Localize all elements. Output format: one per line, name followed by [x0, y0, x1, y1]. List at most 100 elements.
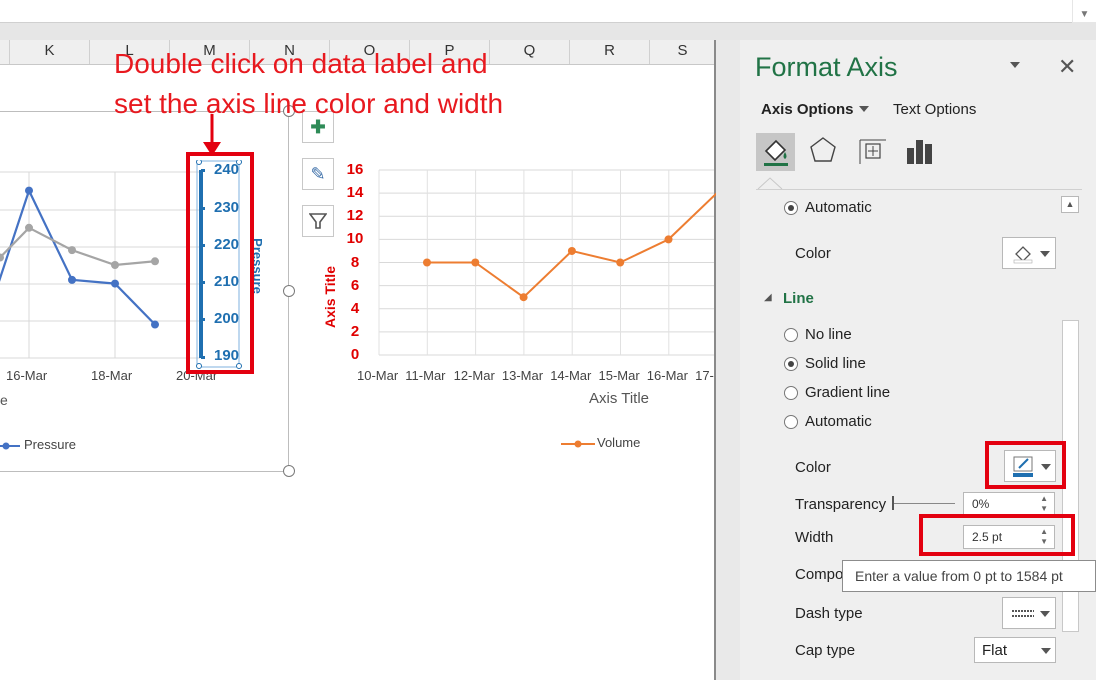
transparency-label: Transparency: [795, 496, 887, 513]
chart2-y-tick: 10: [346, 230, 364, 248]
chart1-point: [68, 275, 76, 284]
chart2-point: [616, 258, 625, 267]
chart2-x-tick: 11-Mar: [405, 368, 446, 383]
close-icon[interactable]: ✕: [1058, 54, 1076, 80]
fill-automatic-radio[interactable]: [784, 201, 798, 215]
fill-automatic-label[interactable]: Automatic: [805, 199, 872, 216]
gradient-line-radio[interactable]: [784, 386, 798, 400]
transparency-slider-track[interactable]: [893, 503, 955, 504]
scroll-up-icon[interactable]: ▲: [1061, 196, 1079, 213]
chart1-point: [68, 246, 76, 255]
chart2-y-tick: 14: [346, 184, 364, 202]
fill-color-label: Color: [795, 245, 831, 262]
transparency-value: 0%: [972, 497, 990, 511]
divider: [756, 189, 1082, 190]
chevron-down-icon[interactable]: [859, 106, 869, 112]
chart2-y-axis-title[interactable]: Axis Title: [322, 208, 342, 328]
chart2-x-tick: 13-Mar: [501, 368, 544, 383]
annotation-text: Double click on data label and: [114, 48, 488, 79]
line-color-label: Color: [795, 459, 831, 476]
fill-line-icon[interactable]: [756, 133, 795, 171]
tab-text-options[interactable]: Text Options: [893, 101, 976, 118]
cap-type-dropdown[interactable]: Flat: [974, 637, 1056, 663]
chart1-point: [151, 320, 159, 329]
solid-line-radio[interactable]: [784, 357, 798, 371]
collapse-icon[interactable]: ◢: [764, 292, 772, 303]
chart1-point: [111, 279, 119, 288]
chart2-x-tick: 16-Mar: [646, 368, 688, 383]
resize-handle[interactable]: [283, 285, 295, 297]
no-line-radio[interactable]: [784, 328, 798, 342]
column-header[interactable]: R: [570, 40, 650, 64]
chart1-x-title-partial: e: [0, 392, 8, 408]
chart2-y-tick: 2: [350, 322, 360, 340]
chart1-point: [25, 223, 33, 232]
cap-type-value: Flat: [982, 642, 1008, 659]
dash-type-label: Dash type: [795, 605, 863, 622]
column-header[interactable]: Q: [490, 40, 570, 64]
chart2-y-tick: 16: [346, 161, 364, 178]
dash-type-dropdown[interactable]: [1002, 597, 1056, 629]
chart-styles-icon[interactable]: ✎: [302, 158, 334, 190]
chart2-legend-label[interactable]: Volume: [597, 435, 640, 450]
chart2-y-tick: 12: [346, 207, 364, 225]
axis-options-icon[interactable]: [905, 136, 935, 171]
chart1-legend-label[interactable]: Pressure: [24, 437, 76, 452]
column-header[interactable]: K: [10, 40, 90, 64]
chart1-point: [151, 257, 159, 266]
gradient-line-label[interactable]: Gradient line: [805, 384, 890, 401]
chart2-series-line: [427, 192, 716, 299]
line-section-header[interactable]: Line: [783, 290, 814, 307]
pane-options-icon[interactable]: [1010, 62, 1020, 68]
chart2-y-tick: 4: [350, 299, 360, 317]
chart2-point: [423, 258, 431, 267]
chart2-x-tick: 10-Mar: [357, 368, 399, 383]
chart2-point: [567, 246, 576, 255]
chart1-gridlines: [0, 171, 201, 359]
effects-icon[interactable]: [808, 135, 838, 170]
chart2-series[interactable]: [423, 192, 716, 302]
chart2-x-tick: 14-Mar: [550, 368, 592, 383]
chart1-series[interactable]: [0, 186, 159, 329]
formula-input[interactable]: [0, 0, 1072, 23]
transparency-slider-handle[interactable]: [892, 496, 894, 510]
tab-axis-options[interactable]: Axis Options: [761, 101, 854, 118]
annotation-text: set the axis line color and width: [114, 88, 504, 119]
pane-gutter: [716, 40, 740, 680]
chart1-x-tick: 16-Mar: [6, 368, 48, 383]
chart2-plot[interactable]: [378, 166, 716, 360]
width-highlight-box: [919, 514, 1075, 556]
chart2-legend-marker: [561, 440, 595, 448]
fill-color-dropdown[interactable]: [1002, 237, 1056, 269]
chart2-x-axis-title[interactable]: Axis Title: [589, 390, 649, 407]
dash-style-icon: [1012, 610, 1034, 617]
tab-pointer: [757, 177, 783, 190]
chart1-point: [25, 186, 33, 195]
formula-expand-icon[interactable]: ▼: [1073, 0, 1096, 22]
axis-highlight-box: [186, 152, 254, 374]
chart2-x-tick: 12-Mar: [453, 368, 495, 383]
spinner-icon[interactable]: ▲ ▼: [1040, 494, 1048, 514]
chart1-legend-marker: [0, 442, 20, 450]
chart2-point: [519, 293, 528, 302]
cap-type-label: Cap type: [795, 642, 856, 659]
chart2-point: [471, 258, 480, 267]
compound-type-label: Compo: [795, 566, 844, 583]
chart2-y-tick: 6: [350, 276, 360, 294]
resize-handle[interactable]: [283, 465, 295, 477]
paint-bucket-icon: [1013, 246, 1033, 264]
no-line-label[interactable]: No line: [805, 326, 852, 343]
column-header[interactable]: S: [650, 40, 716, 64]
line-automatic-radio[interactable]: [784, 415, 798, 429]
pane-title: Format Axis: [755, 52, 898, 82]
chart1-point: [111, 261, 119, 269]
chart2-y-tick: 0: [350, 346, 360, 363]
size-properties-icon[interactable]: [858, 136, 888, 171]
chart2-y-tick: 8: [350, 253, 360, 271]
transparency-input[interactable]: 0% ▲ ▼: [963, 492, 1055, 516]
solid-line-label[interactable]: Solid line: [805, 355, 866, 372]
chart1-x-tick: 18-Mar: [91, 368, 133, 383]
chart1-series-line: [0, 187, 156, 326]
chart2-point: [664, 235, 673, 244]
line-automatic-label[interactable]: Automatic: [805, 413, 872, 430]
